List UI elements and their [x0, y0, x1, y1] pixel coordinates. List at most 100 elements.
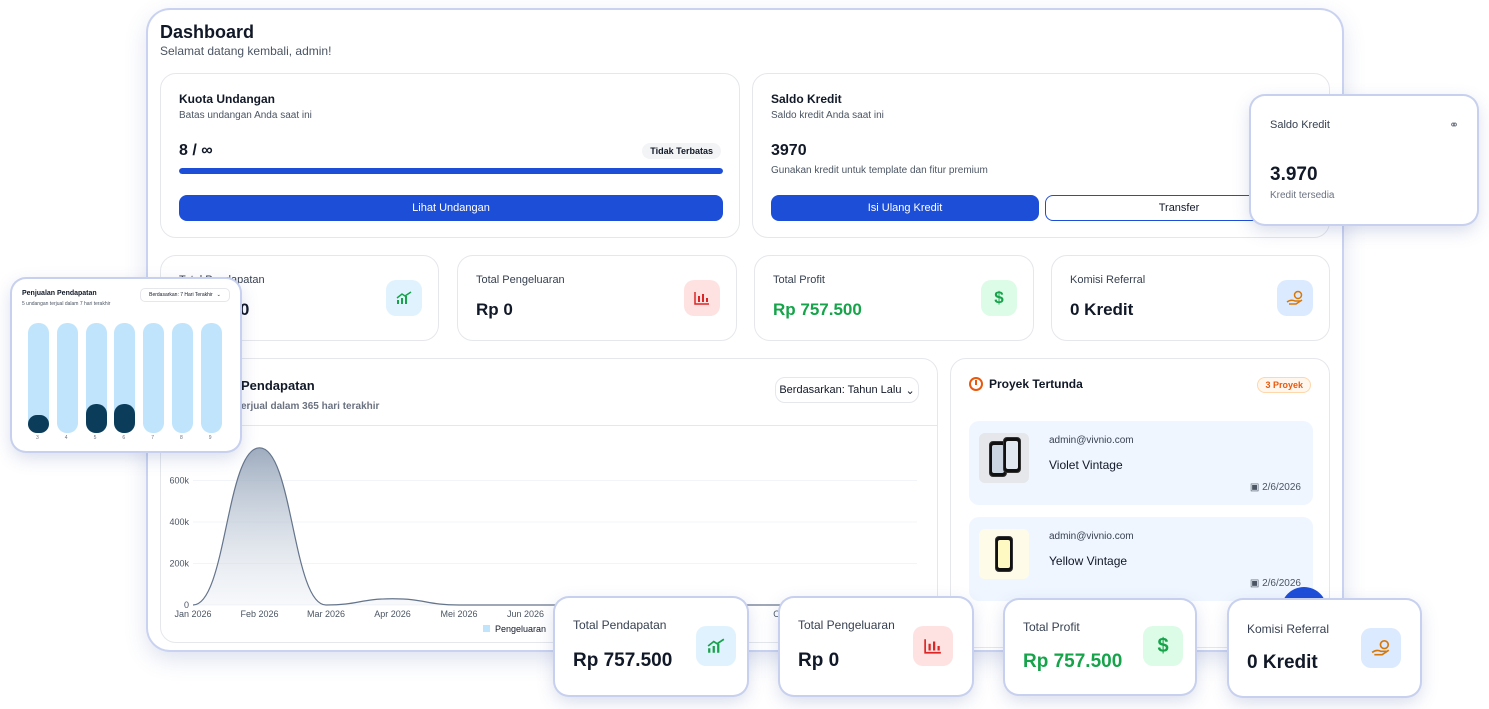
stat-label: Total Profit	[1023, 620, 1080, 634]
calendar-icon: ▣	[1249, 578, 1260, 589]
y-tick-label: 400k	[169, 517, 189, 527]
project-email: admin@vivnio.com	[1049, 531, 1134, 542]
bar-x-label: 9	[208, 435, 212, 441]
stat-value: Rp 757.500	[573, 650, 673, 671]
chart-filter-label: Berdasarkan: Tahun Lalu	[779, 384, 902, 396]
calendar-icon: ▣	[1249, 482, 1260, 493]
project-name: Violet Vintage	[1049, 458, 1123, 472]
stat-card-profit: Total Profit Rp 757.500 $	[754, 255, 1034, 341]
legend-swatch	[483, 625, 490, 632]
kuota-badge: Tidak Terbatas	[642, 143, 721, 159]
chevron-down-icon: ⌄	[905, 384, 915, 397]
chart-subtitle: erjual dalam 365 hari terakhir	[241, 401, 380, 412]
project-date: ▣ 2/6/2026	[1250, 578, 1301, 589]
proyek-count-badge: 3 Proyek	[1257, 377, 1311, 393]
bar-track	[172, 323, 193, 433]
project-item[interactable]: admin@vivnio.com Violet Vintage ▣ 2/6/20…	[969, 421, 1313, 505]
coins-icon: ⚭	[1448, 118, 1459, 132]
float-saldo-value: 3.970	[1270, 164, 1318, 185]
kuota-value: 8 / ∞	[179, 142, 213, 159]
mini-bar-chart: 3 4 5 6 7 8 9	[12, 279, 240, 451]
project-email: admin@vivnio.com	[1049, 435, 1134, 446]
proyek-title: Proyek Tertunda	[989, 377, 1083, 391]
bar	[85, 403, 107, 433]
hand-coin-icon	[1361, 628, 1401, 668]
y-tick-label: 600k	[169, 476, 189, 486]
bar-track	[200, 323, 222, 433]
floating-sales-chart-card: Penjualan Pendapatan 5 undangan terjual …	[12, 279, 240, 451]
bar-chart-icon	[684, 280, 720, 316]
saldo-kredit-card: Saldo Kredit Saldo kredit Anda saat ini …	[752, 73, 1330, 238]
y-tick-label: 200k	[169, 559, 189, 569]
project-thumbnail	[979, 529, 1029, 579]
bar-track	[85, 323, 107, 433]
stat-label: Komisi Referral	[1247, 622, 1330, 636]
stat-label: Total Pengeluaran	[798, 618, 895, 632]
bar-track	[114, 323, 136, 433]
chart-filter-select[interactable]: Berdasarkan: Tahun Lalu ⌄	[775, 377, 919, 403]
hand-coin-icon	[1277, 280, 1313, 316]
bar	[28, 415, 49, 433]
stat-value: 0 Kredit	[1070, 300, 1134, 319]
stat-card-pengeluaran: Total Pengeluaran Rp 0	[457, 255, 737, 341]
float-saldo-desc: Kredit tersedia	[1270, 190, 1335, 201]
bar-track	[56, 323, 78, 433]
stat-label: Total Pengeluaran	[476, 274, 565, 286]
stat-value: Rp 757.500	[1023, 651, 1123, 672]
chart-up-icon	[696, 626, 736, 666]
dollar-icon: $	[981, 280, 1017, 316]
dollar-icon: $	[1143, 626, 1183, 666]
bar-track	[143, 323, 165, 433]
legend-label: Pengeluaran	[495, 624, 546, 634]
stat-label: Total Profit	[773, 274, 825, 286]
project-thumbnail	[979, 433, 1029, 483]
saldo-note: Gunakan kredit untuk template dan fitur …	[771, 165, 988, 176]
floating-saldo-card: Saldo Kredit ⚭ 3.970 Kredit tersedia	[1251, 96, 1477, 224]
lihat-undangan-button[interactable]: Lihat Undangan	[179, 195, 723, 221]
project-date: ▣ 2/6/2026	[1250, 482, 1301, 493]
floating-stat-pendapatan: Total Pendapatan Rp 757.500	[555, 598, 747, 695]
bar-x-label: 4	[64, 435, 68, 441]
divider	[161, 425, 937, 426]
saldo-title: Saldo Kredit	[771, 92, 842, 106]
bar-x-label: 5	[93, 435, 97, 441]
project-item[interactable]: admin@vivnio.com Yellow Vintage ▣ 2/6/20…	[969, 517, 1313, 601]
bar	[114, 403, 136, 433]
bar-x-label: 6	[122, 435, 126, 441]
page-subtitle: Selamat datang kembali, admin!	[160, 44, 332, 58]
float-saldo-title: Saldo Kredit	[1270, 119, 1330, 131]
page-title: Dashboard	[160, 22, 255, 42]
stat-card-referral: Komisi Referral 0 Kredit	[1051, 255, 1330, 341]
project-name: Yellow Vintage	[1049, 554, 1128, 568]
x-tick-label: Feb 2026	[240, 609, 278, 619]
floating-stat-pengeluaran: Total Pengeluaran Rp 0	[780, 598, 972, 695]
bar-track	[28, 323, 49, 433]
bar-x-label: 3	[36, 435, 39, 441]
bar-x-label: 7	[151, 435, 154, 441]
clock-icon	[969, 377, 983, 391]
stat-label: Komisi Referral	[1070, 274, 1146, 286]
kuota-desc: Batas undangan Anda saat ini	[179, 110, 312, 121]
kuota-undangan-card: Kuota Undangan Batas undangan Anda saat …	[160, 73, 740, 238]
dashboard-window: Dashboard Selamat datang kembali, admin!…	[148, 10, 1342, 650]
kuota-title: Kuota Undangan	[179, 92, 275, 106]
x-tick-label: Jan 2026	[174, 609, 211, 619]
stat-label: Total Pendapatan	[573, 618, 667, 632]
kuota-progress	[179, 168, 723, 174]
floating-stat-profit: Total Profit Rp 757.500 $	[1005, 600, 1195, 694]
x-tick-label: Jun 2026	[507, 609, 544, 619]
project-date-text: 2/6/2026	[1262, 578, 1301, 589]
isi-ulang-kredit-button[interactable]: Isi Ulang Kredit	[771, 195, 1039, 221]
saldo-desc: Saldo kredit Anda saat ini	[771, 110, 884, 121]
x-tick-label: Mei 2026	[440, 609, 477, 619]
chart-title: Pendapatan	[241, 378, 315, 393]
project-date-text: 2/6/2026	[1262, 482, 1301, 493]
stat-value: 0 Kredit	[1247, 652, 1318, 673]
bar-chart-icon	[913, 626, 953, 666]
saldo-value: 3970	[771, 142, 807, 159]
bar-x-label: 8	[180, 435, 183, 441]
x-tick-label: Mar 2026	[307, 609, 345, 619]
kuota-progress-fill	[179, 168, 723, 174]
x-tick-label: Apr 2026	[374, 609, 411, 619]
chart-up-icon	[386, 280, 422, 316]
